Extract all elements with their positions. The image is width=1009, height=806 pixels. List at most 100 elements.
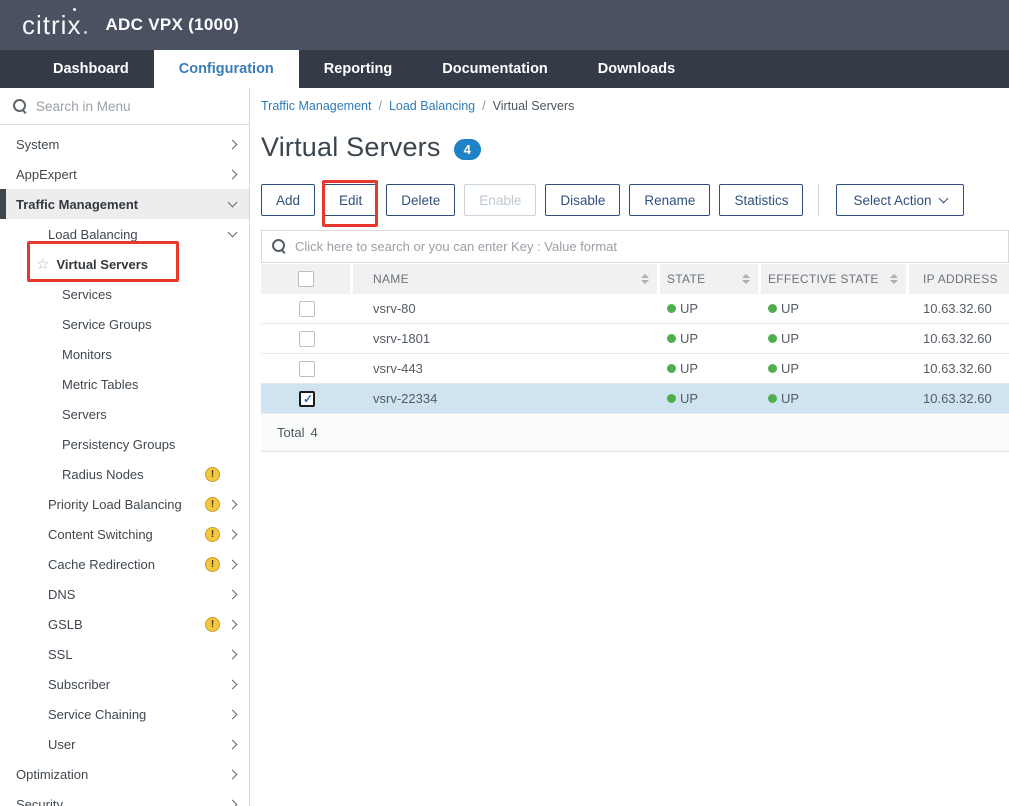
select-all-checkbox[interactable] bbox=[298, 271, 314, 287]
status-up-dot-icon bbox=[768, 364, 777, 373]
chevron-right-icon bbox=[228, 529, 238, 539]
cell-state: UP bbox=[660, 331, 761, 346]
cell-ip-address: 10.63.32.60 bbox=[909, 301, 1009, 316]
sort-icon[interactable] bbox=[742, 274, 750, 284]
column-header-state[interactable]: STATE bbox=[660, 264, 761, 294]
chevron-down-icon bbox=[228, 228, 238, 238]
sidebar-item-metric-tables[interactable]: Metric Tables bbox=[0, 369, 249, 399]
cell-name: vsrv-22334 bbox=[353, 391, 660, 406]
sidebar-item-traffic-management[interactable]: Traffic Management bbox=[0, 189, 249, 219]
count-badge: 4 bbox=[454, 139, 481, 161]
cell-state: UP bbox=[660, 391, 761, 406]
sidebar-item-priority-load-balancing[interactable]: Priority Load Balancing bbox=[0, 489, 249, 519]
tab-dashboard[interactable]: Dashboard bbox=[28, 50, 154, 88]
cell-ip-address: 10.63.32.60 bbox=[909, 331, 1009, 346]
tab-documentation[interactable]: Documentation bbox=[417, 50, 573, 88]
column-header-ip-address[interactable]: IP ADDRESS bbox=[909, 264, 1009, 294]
table-search-input[interactable] bbox=[295, 239, 1008, 254]
table-row[interactable]: vsrv-80 UP UP 10.63.32.60 bbox=[261, 294, 1009, 324]
sidebar-menu: System AppExpert Traffic Management Load… bbox=[0, 125, 249, 806]
sort-icon[interactable] bbox=[890, 274, 898, 284]
chevron-right-icon bbox=[228, 169, 238, 179]
sidebar-item-gslb[interactable]: GSLB bbox=[0, 609, 249, 639]
citrix-logo: citrix bbox=[22, 12, 87, 38]
chevron-right-icon bbox=[228, 649, 238, 659]
breadcrumb-current: Virtual Servers bbox=[493, 99, 575, 113]
sidebar-item-user[interactable]: User bbox=[0, 729, 249, 759]
tab-downloads[interactable]: Downloads bbox=[573, 50, 700, 88]
row-checkbox-checked[interactable] bbox=[299, 391, 315, 407]
chevron-right-icon bbox=[228, 679, 238, 689]
chevron-right-icon bbox=[228, 799, 238, 806]
product-title: ADC VPX (1000) bbox=[105, 15, 239, 35]
table-search[interactable] bbox=[261, 230, 1009, 263]
sidebar-item-servers[interactable]: Servers bbox=[0, 399, 249, 429]
sidebar-item-dns[interactable]: DNS bbox=[0, 579, 249, 609]
cell-effective-state: UP bbox=[761, 361, 909, 376]
warning-icon bbox=[205, 467, 220, 482]
citrix-logo-x: x bbox=[67, 12, 81, 38]
chevron-right-icon bbox=[228, 769, 238, 779]
sidebar-item-radius-nodes[interactable]: Radius Nodes bbox=[0, 459, 249, 489]
sidebar-search[interactable] bbox=[0, 88, 249, 125]
breadcrumb-traffic-management[interactable]: Traffic Management bbox=[261, 99, 371, 113]
sidebar-item-persistency-groups[interactable]: Persistency Groups bbox=[0, 429, 249, 459]
statistics-button[interactable]: Statistics bbox=[719, 184, 803, 216]
table-row[interactable]: vsrv-443 UP UP 10.63.32.60 bbox=[261, 354, 1009, 384]
select-all-header bbox=[261, 264, 353, 294]
sidebar-item-optimization[interactable]: Optimization bbox=[0, 759, 249, 789]
sidebar-item-security[interactable]: Security bbox=[0, 789, 249, 806]
cell-state: UP bbox=[660, 301, 761, 316]
row-checkbox[interactable] bbox=[299, 361, 315, 377]
sidebar-item-subscriber[interactable]: Subscriber bbox=[0, 669, 249, 699]
table-row[interactable]: vsrv-1801 UP UP 10.63.32.60 bbox=[261, 324, 1009, 354]
status-up-dot-icon bbox=[667, 364, 676, 373]
chevron-right-icon bbox=[228, 139, 238, 149]
chevron-right-icon bbox=[228, 589, 238, 599]
cell-name: vsrv-80 bbox=[353, 301, 660, 316]
sidebar-item-service-chaining[interactable]: Service Chaining bbox=[0, 699, 249, 729]
sidebar-item-system[interactable]: System bbox=[0, 129, 249, 159]
edit-button[interactable]: Edit bbox=[324, 184, 377, 216]
sidebar-item-load-balancing[interactable]: Load Balancing bbox=[0, 219, 249, 249]
tab-configuration[interactable]: Configuration bbox=[154, 50, 299, 88]
table-header: NAME STATE EFFECTIVE STATE IP ADDRESS bbox=[261, 264, 1009, 294]
sidebar-item-appexpert[interactable]: AppExpert bbox=[0, 159, 249, 189]
cell-name: vsrv-443 bbox=[353, 361, 660, 376]
delete-button[interactable]: Delete bbox=[386, 184, 455, 216]
sidebar-item-ssl[interactable]: SSL bbox=[0, 639, 249, 669]
sidebar-item-service-groups[interactable]: Service Groups bbox=[0, 309, 249, 339]
sidebar-item-services[interactable]: Services bbox=[0, 279, 249, 309]
app-header: citrix ADC VPX (1000) bbox=[0, 0, 1009, 50]
sidebar-item-virtual-servers[interactable]: ☆ Virtual Servers bbox=[0, 249, 249, 279]
rename-button[interactable]: Rename bbox=[629, 184, 710, 216]
sidebar-search-input[interactable] bbox=[36, 99, 226, 114]
tab-reporting[interactable]: Reporting bbox=[299, 50, 417, 88]
chevron-right-icon bbox=[228, 559, 238, 569]
column-header-name[interactable]: NAME bbox=[353, 264, 660, 294]
sort-icon[interactable] bbox=[641, 274, 649, 284]
warning-icon bbox=[205, 527, 220, 542]
cell-effective-state: UP bbox=[761, 391, 909, 406]
status-up-dot-icon bbox=[667, 334, 676, 343]
sidebar-item-monitors[interactable]: Monitors bbox=[0, 339, 249, 369]
breadcrumb: Traffic Management / Load Balancing / Vi… bbox=[261, 99, 1009, 113]
sidebar-item-content-switching[interactable]: Content Switching bbox=[0, 519, 249, 549]
enable-button: Enable bbox=[464, 184, 536, 216]
row-checkbox[interactable] bbox=[299, 331, 315, 347]
add-button[interactable]: Add bbox=[261, 184, 315, 216]
breadcrumb-load-balancing[interactable]: Load Balancing bbox=[389, 99, 475, 113]
cell-ip-address: 10.63.32.60 bbox=[909, 361, 1009, 376]
disable-button[interactable]: Disable bbox=[545, 184, 620, 216]
status-up-dot-icon bbox=[667, 394, 676, 403]
cell-effective-state: UP bbox=[761, 331, 909, 346]
warning-icon bbox=[205, 617, 220, 632]
table-footer: Total 4 bbox=[261, 414, 1009, 452]
column-header-effective-state[interactable]: EFFECTIVE STATE bbox=[761, 264, 909, 294]
star-icon: ☆ bbox=[36, 257, 49, 272]
sidebar-item-cache-redirection[interactable]: Cache Redirection bbox=[0, 549, 249, 579]
table-row-selected[interactable]: vsrv-22334 UP UP 10.63.32.60 bbox=[261, 384, 1009, 414]
select-action-dropdown[interactable]: Select Action bbox=[836, 184, 963, 216]
row-checkbox[interactable] bbox=[299, 301, 315, 317]
status-up-dot-icon bbox=[768, 394, 777, 403]
